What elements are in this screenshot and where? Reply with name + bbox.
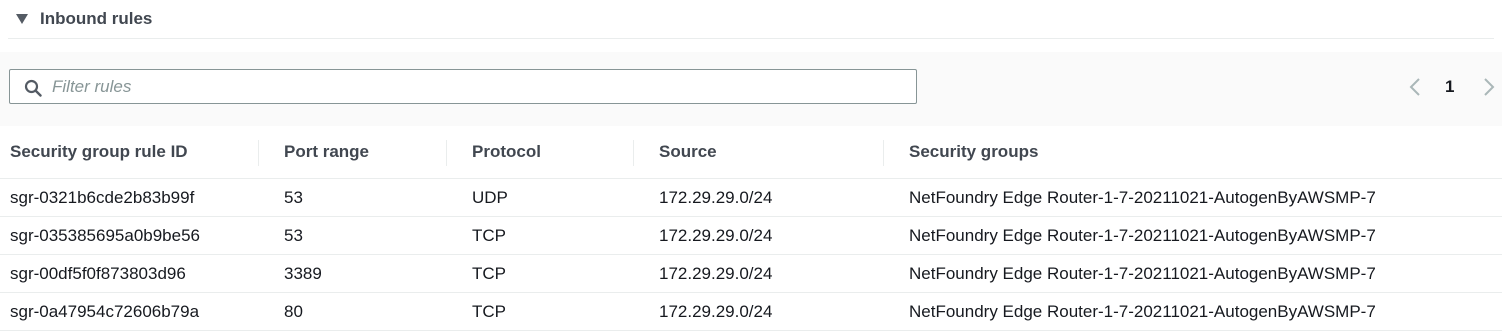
current-page-number[interactable]: 1 xyxy=(1445,77,1454,97)
table-row: sgr-00df5f0f873803d96 3389 TCP 172.29.29… xyxy=(0,254,1502,293)
column-header-security-groups[interactable]: Security groups xyxy=(884,126,1502,179)
rule-id-cell: sgr-0321b6cde2b83b99f xyxy=(0,178,259,217)
security-group-cell: NetFoundry Edge Router-1-7-20211021-Auto… xyxy=(884,292,1502,331)
rule-id-cell: sgr-035385695a0b9be56 xyxy=(0,216,259,255)
header-divider xyxy=(8,38,1494,39)
protocol-cell: TCP xyxy=(447,216,634,255)
column-header-port-range[interactable]: Port range xyxy=(259,126,447,179)
port-range-cell: 80 xyxy=(259,292,447,331)
security-group-cell: NetFoundry Edge Router-1-7-20211021-Auto… xyxy=(884,178,1502,217)
search-icon xyxy=(24,79,42,97)
column-header-rule-id[interactable]: Security group rule ID xyxy=(0,126,259,179)
chevron-left-icon[interactable] xyxy=(1406,76,1426,98)
caret-down-icon[interactable] xyxy=(16,14,28,24)
rule-id-cell: sgr-0a47954c72606b79a xyxy=(0,292,259,331)
port-range-cell: 3389 xyxy=(259,254,447,293)
chevron-right-icon[interactable] xyxy=(1478,76,1498,98)
security-group-cell: NetFoundry Edge Router-1-7-20211021-Auto… xyxy=(884,254,1502,293)
table-header-row: Security group rule ID Port range Protoc… xyxy=(0,126,1502,179)
filter-box[interactable] xyxy=(9,69,917,104)
port-range-cell: 53 xyxy=(259,216,447,255)
column-header-source[interactable]: Source xyxy=(634,126,884,179)
inbound-rules-header[interactable]: Inbound rules xyxy=(0,0,1502,38)
port-range-cell: 53 xyxy=(259,178,447,217)
rule-id-cell: sgr-00df5f0f873803d96 xyxy=(0,254,259,293)
source-cell: 172.29.29.0/24 xyxy=(634,254,884,293)
inbound-rules-table: Security group rule ID Port range Protoc… xyxy=(0,126,1502,331)
security-group-cell: NetFoundry Edge Router-1-7-20211021-Auto… xyxy=(884,216,1502,255)
table-row: sgr-035385695a0b9be56 53 TCP 172.29.29.0… xyxy=(0,216,1502,255)
table-row: sgr-0321b6cde2b83b99f 53 UDP 172.29.29.0… xyxy=(0,178,1502,217)
protocol-cell: TCP xyxy=(447,254,634,293)
table-toolbar: 1 xyxy=(0,52,1502,126)
column-header-protocol[interactable]: Protocol xyxy=(447,126,634,179)
protocol-cell: TCP xyxy=(447,292,634,331)
source-cell: 172.29.29.0/24 xyxy=(634,216,884,255)
section-title[interactable]: Inbound rules xyxy=(40,9,152,29)
source-cell: 172.29.29.0/24 xyxy=(634,178,884,217)
source-cell: 172.29.29.0/24 xyxy=(634,292,884,331)
table-row: sgr-0a47954c72606b79a 80 TCP 172.29.29.0… xyxy=(0,292,1502,331)
filter-rules-input[interactable] xyxy=(52,75,902,99)
protocol-cell: UDP xyxy=(447,178,634,217)
